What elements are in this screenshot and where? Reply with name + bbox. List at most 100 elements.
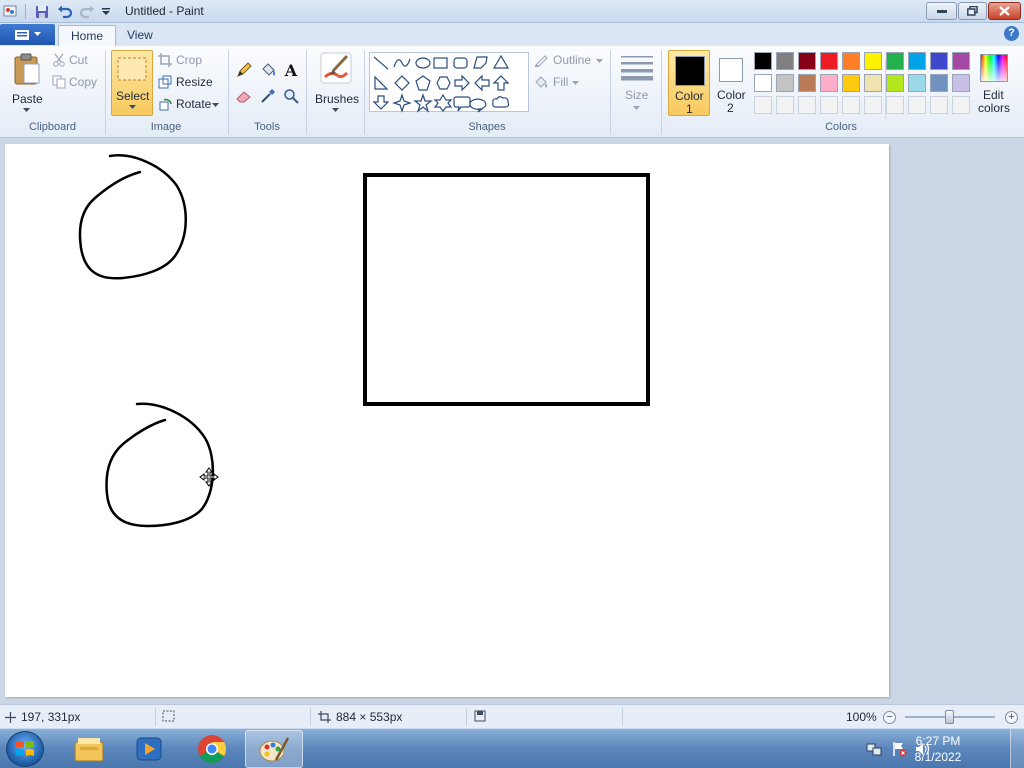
palette-color-swatch[interactable] — [864, 52, 882, 70]
zoom-slider-thumb[interactable] — [945, 710, 954, 724]
taskbar-file-explorer[interactable] — [60, 730, 118, 768]
taskbar-chrome[interactable] — [183, 730, 241, 768]
right-triangle-shape-icon[interactable] — [374, 75, 389, 90]
restore-button[interactable] — [958, 2, 987, 20]
curve-shape-icon[interactable] — [393, 58, 411, 68]
up-arrow-shape-icon[interactable] — [492, 75, 510, 91]
outline-button[interactable]: Outline — [534, 53, 606, 69]
rounded-callout-shape-icon[interactable] — [453, 96, 471, 112]
four-point-star-shape-icon[interactable] — [392, 93, 412, 113]
left-arrow-shape-icon[interactable] — [474, 74, 490, 92]
palette-color-swatch[interactable] — [776, 52, 794, 70]
clipboard-icon — [14, 53, 40, 85]
palette-color-swatch[interactable] — [798, 74, 816, 92]
eraser-icon[interactable] — [234, 86, 254, 106]
custom-color-slot[interactable] — [952, 96, 970, 114]
taskbar-media-player[interactable] — [120, 730, 178, 768]
zoom-out-button[interactable]: − — [883, 711, 896, 724]
tab-home[interactable]: Home — [58, 25, 117, 46]
triangle-shape-icon[interactable] — [492, 54, 510, 69]
palette-color-swatch[interactable] — [930, 74, 948, 92]
edit-colors-button[interactable]: Edit colors — [976, 50, 1012, 116]
palette-color-swatch[interactable] — [820, 52, 838, 70]
system-clock[interactable]: 6:27 PM 8/1/2022 — [908, 733, 968, 765]
size-button[interactable]: Size — [617, 50, 657, 116]
custom-color-slot[interactable] — [886, 96, 904, 114]
magnifier-icon[interactable] — [281, 86, 301, 106]
hexagon-shape-icon[interactable] — [436, 76, 451, 90]
rotate-button[interactable]: Rotate — [158, 97, 222, 113]
save-icon[interactable] — [33, 3, 51, 20]
palette-color-swatch[interactable] — [776, 74, 794, 92]
drawing-canvas[interactable] — [5, 144, 889, 697]
oval-shape-icon[interactable] — [415, 57, 431, 69]
pentagon-shape-icon[interactable] — [415, 75, 431, 91]
palette-color-swatch[interactable] — [820, 74, 838, 92]
custom-color-slot[interactable] — [842, 96, 860, 114]
file-menu-button[interactable] — [0, 24, 55, 45]
paste-button[interactable]: Paste — [8, 50, 46, 116]
palette-color-swatch[interactable] — [864, 74, 882, 92]
custom-color-slot[interactable] — [754, 96, 772, 114]
shapes-gallery — [369, 52, 896, 119]
copy-icon — [52, 75, 66, 89]
custom-color-slot[interactable] — [908, 96, 926, 114]
palette-color-swatch[interactable] — [952, 74, 970, 92]
start-button[interactable] — [6, 731, 44, 767]
palette-color-swatch[interactable] — [754, 52, 772, 70]
help-icon[interactable]: ? — [1004, 26, 1019, 41]
custom-color-slot[interactable] — [776, 96, 794, 114]
undo-icon[interactable] — [56, 3, 74, 20]
palette-color-swatch[interactable] — [886, 52, 904, 70]
color-picker-icon[interactable] — [258, 86, 278, 106]
line-shape-icon[interactable] — [373, 56, 389, 70]
six-point-star-shape-icon[interactable] — [433, 93, 453, 112]
diamond-shape-icon[interactable] — [394, 75, 410, 91]
resize-button[interactable]: Resize — [158, 75, 220, 91]
custom-color-slot[interactable] — [930, 96, 948, 114]
tab-view[interactable]: View — [115, 25, 165, 46]
select-button[interactable]: Select — [111, 50, 153, 116]
palette-color-swatch[interactable] — [908, 74, 926, 92]
palette-color-swatch[interactable] — [842, 74, 860, 92]
action-center-flag-icon[interactable] — [891, 741, 907, 757]
taskbar-paint[interactable] — [245, 730, 303, 768]
custom-color-slot[interactable] — [798, 96, 816, 114]
close-button[interactable] — [988, 2, 1021, 20]
palette-color-swatch[interactable] — [842, 52, 860, 70]
right-arrow-shape-icon[interactable] — [454, 74, 470, 92]
zoom-in-button[interactable]: + — [1005, 711, 1018, 724]
text-icon[interactable]: A — [281, 60, 301, 80]
palette-color-swatch[interactable] — [886, 74, 904, 92]
customize-quick-access-icon[interactable] — [97, 3, 115, 20]
palette-color-swatch[interactable] — [952, 52, 970, 70]
cloud-callout-shape-icon[interactable] — [492, 96, 510, 108]
palette-color-swatch[interactable] — [754, 74, 772, 92]
palette-color-swatch[interactable] — [798, 52, 816, 70]
paint-app-icon[interactable] — [3, 4, 18, 18]
redo-icon[interactable] — [78, 3, 96, 20]
crop-button[interactable]: Crop — [158, 53, 218, 69]
palette-color-swatch[interactable] — [908, 52, 926, 70]
brushes-button[interactable]: Brushes — [312, 50, 360, 116]
custom-color-slot[interactable] — [820, 96, 838, 114]
chevron-down-icon — [212, 103, 219, 107]
custom-color-slot[interactable] — [864, 96, 882, 114]
color1-button[interactable]: Color 1 — [668, 50, 710, 116]
rectangle-shape-icon[interactable] — [433, 57, 448, 69]
color2-button[interactable]: Color 2 — [712, 50, 752, 116]
down-arrow-shape-icon[interactable] — [372, 95, 390, 110]
cut-button[interactable]: Cut — [52, 53, 102, 69]
palette-color-swatch[interactable] — [930, 52, 948, 70]
fill-button[interactable]: Fill — [534, 75, 584, 91]
show-desktop-button[interactable] — [1010, 729, 1024, 768]
polygon-shape-icon[interactable] — [473, 56, 488, 69]
copy-button[interactable]: Copy — [52, 75, 102, 91]
minimize-button[interactable] — [926, 2, 957, 20]
rounded-rectangle-shape-icon[interactable] — [453, 57, 468, 69]
network-icon[interactable] — [866, 741, 882, 757]
fill-bucket-icon[interactable] — [258, 60, 278, 80]
pencil-icon[interactable] — [234, 60, 254, 80]
oval-callout-shape-icon[interactable] — [469, 98, 487, 113]
five-point-star-shape-icon[interactable] — [413, 93, 433, 113]
